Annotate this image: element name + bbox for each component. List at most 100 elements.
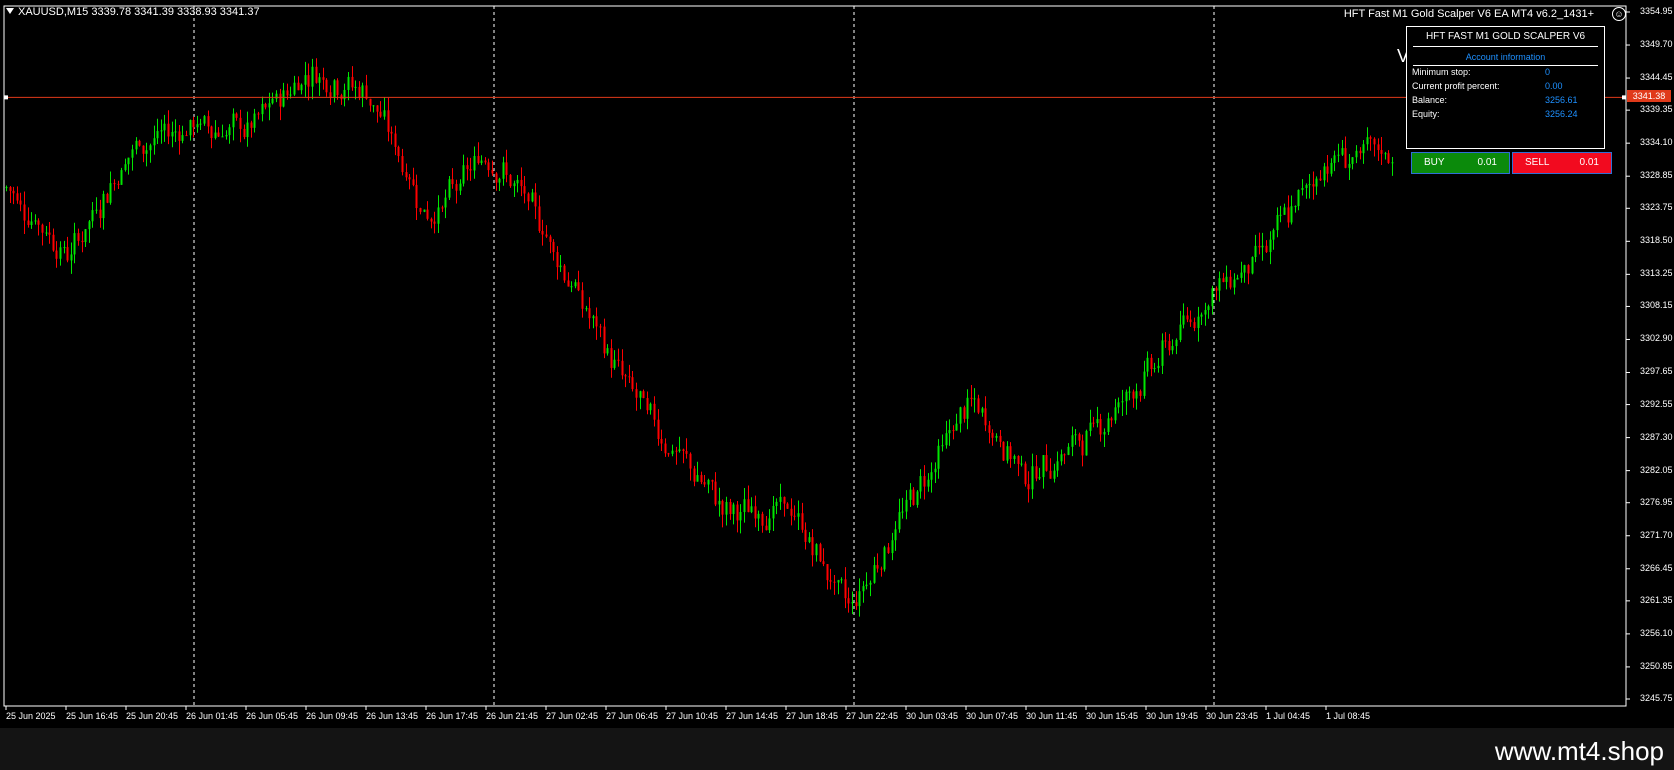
bear-candle [700, 475, 703, 483]
bull-candle [203, 116, 206, 124]
bear-candle [1110, 418, 1113, 421]
bull-candle [347, 76, 350, 90]
equity-label: Equity: [1412, 109, 1440, 119]
bull-candle [1175, 339, 1178, 347]
bull-candle [909, 489, 912, 500]
buy-button[interactable]: BUY 0.01 [1411, 152, 1510, 174]
bull-candle [253, 113, 256, 128]
bear-candle [667, 453, 670, 455]
bull-candle [444, 197, 447, 208]
bear-candle [477, 156, 480, 164]
bear-candle [142, 145, 145, 154]
bull-candle [1074, 434, 1077, 436]
bear-candle [635, 389, 638, 398]
bull-candle [837, 580, 840, 583]
bull-candle [1013, 456, 1016, 460]
bull-candle [592, 316, 595, 319]
profit-percent-label: Current profit percent: [1412, 81, 1500, 91]
bull-candle [1391, 162, 1394, 164]
bull-candle [1225, 276, 1228, 283]
bull-candle [95, 209, 98, 211]
bear-candle [1035, 466, 1038, 479]
bull-candle [513, 183, 516, 187]
bear-candle [523, 186, 526, 194]
price-axis-label: 3282.05 [1640, 464, 1673, 475]
bear-candle [876, 565, 879, 569]
bull-candle [865, 584, 868, 587]
bear-candle [495, 173, 498, 183]
bear-candle [804, 529, 807, 542]
bull-candle [1146, 357, 1149, 372]
bull-candle [63, 247, 66, 249]
bull-candle [91, 210, 94, 222]
symbol-header: XAUUSD,M15 3339.78 3341.39 3338.93 3341.… [6, 6, 260, 18]
bear-candle [336, 80, 339, 96]
bear-candle [379, 111, 382, 117]
price-axis-label: 3354.95 [1640, 6, 1673, 16]
bull-candle [815, 544, 818, 556]
price-axis-label: 3261.35 [1640, 594, 1673, 605]
bear-candle [1373, 138, 1376, 145]
bear-candle [1189, 319, 1192, 323]
bear-candle [736, 504, 739, 521]
bull-candle [174, 131, 177, 133]
bull-candle [1348, 163, 1351, 168]
bull-candle [271, 98, 274, 104]
price-axis-label: 3313.25 [1640, 268, 1673, 279]
bull-candle [1323, 166, 1326, 181]
bear-candle [1215, 288, 1218, 291]
bull-candle [898, 512, 901, 530]
bear-candle [1150, 357, 1153, 369]
bear-candle [999, 435, 1002, 442]
bull-candle [934, 468, 937, 473]
bull-candle [473, 156, 476, 171]
bull-candle [34, 220, 37, 222]
bull-candle [1305, 185, 1308, 188]
bull-candle [1020, 463, 1023, 465]
smiley-icon[interactable]: ☺ [1612, 7, 1626, 21]
bear-candle [37, 220, 40, 225]
bear-candle [693, 468, 696, 482]
bull-candle [613, 359, 616, 368]
bear-candle [16, 193, 19, 201]
bull-candle [127, 157, 130, 165]
bear-candle [401, 156, 404, 173]
panel-divider [1413, 46, 1598, 47]
price-axis-label: 3308.15 [1640, 300, 1673, 311]
bear-candle [185, 135, 188, 137]
bear-candle [577, 282, 580, 291]
bear-candle [441, 207, 444, 209]
bear-candle [77, 233, 80, 241]
bull-candle [199, 123, 202, 125]
bear-candle [1344, 148, 1347, 168]
bull-candle [1085, 430, 1088, 456]
bear-candle [484, 160, 487, 163]
bear-candle [505, 162, 508, 175]
bear-candle [549, 236, 552, 242]
collapse-triangle-icon[interactable] [6, 8, 14, 14]
sell-button[interactable]: SELL 0.01 [1512, 152, 1612, 174]
bull-candle [725, 501, 728, 515]
bear-candle [369, 98, 372, 106]
bear-candle [1092, 422, 1095, 424]
bear-candle [426, 209, 429, 219]
bear-candle [235, 113, 238, 118]
bull-candle [145, 150, 148, 154]
bull-candle [423, 209, 426, 212]
buy-button-label: BUY [1424, 157, 1445, 168]
bull-candle [1243, 265, 1246, 273]
bull-candle [930, 472, 933, 480]
bear-candle [1081, 440, 1084, 456]
bull-candle [606, 348, 609, 354]
bear-candle [1132, 391, 1135, 399]
bear-candle [595, 316, 598, 327]
bear-candle [556, 252, 559, 268]
bull-candle [459, 183, 462, 191]
bear-candle [567, 280, 570, 287]
time-axis-label: 27 Jun 18:45 [786, 711, 839, 721]
bull-candle [448, 179, 451, 198]
bear-candle [397, 146, 400, 157]
bear-candle [250, 122, 253, 128]
bear-candle [534, 192, 537, 207]
chart-area[interactable]: XAUUSD,M15 3339.78 3341.39 3338.93 3341.… [0, 0, 1674, 728]
